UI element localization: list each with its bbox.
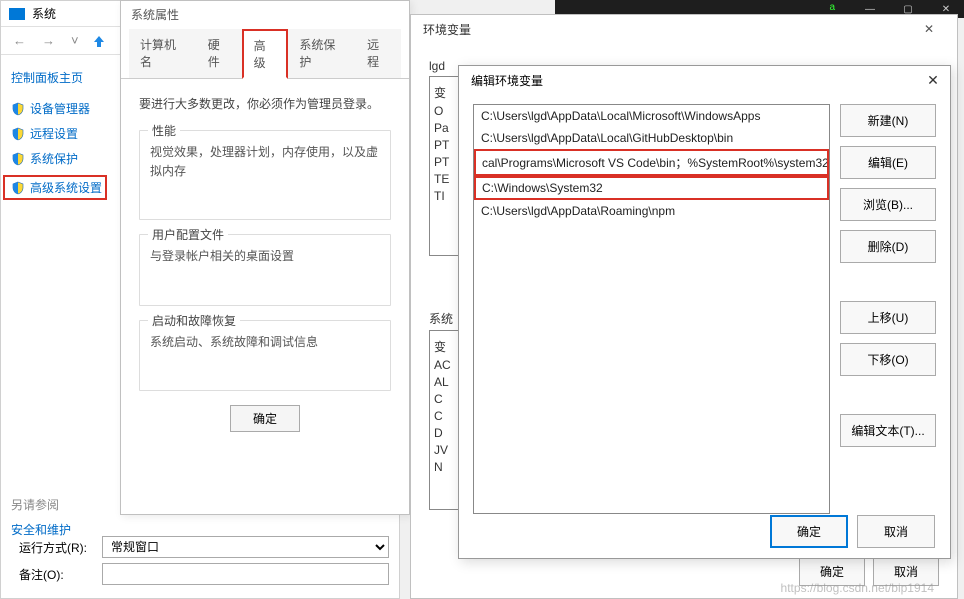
back-arrow-icon[interactable]: ← [9,31,30,50]
var-row[interactable]: Pa [434,121,460,135]
edit-env-window: 编辑环境变量 ✕ C:\Users\lgd\AppData\Local\Micr… [458,65,951,559]
var-row[interactable]: AC [434,358,460,372]
see-also-label: 另请参阅 [11,496,71,513]
edit-button[interactable]: 编辑(E) [840,146,936,179]
edit-path-list[interactable]: C:\Users\lgd\AppData\Local\Microsoft\Win… [473,104,830,514]
sidebar-item-device-manager[interactable]: 设备管理器 [11,100,107,117]
edit-close-icon[interactable]: ✕ [924,71,942,89]
delete-button[interactable]: 删除(D) [840,230,936,263]
sp-ok-button[interactable]: 确定 [230,405,300,432]
device-manager-label: 设备管理器 [30,100,90,117]
tab-protection[interactable]: 系统保护 [288,29,356,78]
var-row[interactable]: PT [434,138,460,152]
group-title-perf: 性能 [148,122,180,139]
ev-close-icon[interactable]: ✕ [907,15,951,43]
ev-title: 环境变量 [423,21,471,38]
sidebar-item-protection[interactable]: 系统保护 [11,150,107,167]
var-row[interactable]: 变 [434,84,460,101]
watermark: https://blog.csdn.net/bip1914 [781,581,934,595]
path-entry[interactable]: C:\Windows\System32 [474,176,829,200]
browse-button[interactable]: 浏览(B)... [840,188,936,221]
group-title-profile: 用户配置文件 [148,226,228,243]
var-row[interactable]: JV [434,443,460,457]
edit-text-button[interactable]: 编辑文本(T)... [840,414,936,447]
var-row[interactable]: C [434,392,460,406]
edit-cancel-button[interactable]: 取消 [857,515,935,548]
sp-group-startup: 启动和故障恢复 系统启动、系统故障和调试信息 [139,320,391,391]
group-desc-profile: 与登录帐户相关的桌面设置 [150,247,380,266]
sp-tabs: 计算机名 硬件 高级 系统保护 远程 [121,27,409,79]
shield-icon [11,181,25,195]
edit-ok-button[interactable]: 确定 [770,515,848,548]
tab-hardware[interactable]: 硬件 [197,29,242,78]
sidebar-item-advanced[interactable]: 高级系统设置 [3,175,107,200]
tab-computer-name[interactable]: 计算机名 [129,29,197,78]
shield-icon [11,127,25,141]
var-row[interactable]: TI [434,189,460,203]
sp-admin-note: 要进行大多数更改，你必须作为管理员登录。 [139,95,391,112]
run-mode-select[interactable]: 常规窗口 [102,536,389,558]
sp-title: 系统属性 [121,1,409,27]
sp-group-performance: 性能 视觉效果，处理器计划，内存使用，以及虚拟内存 [139,130,391,220]
system-properties-window: 系统属性 计算机名 硬件 高级 系统保护 远程 要进行大多数更改，你必须作为管理… [120,0,410,515]
shield-icon [11,102,25,116]
path-entry[interactable]: C:\Users\lgd\AppData\Local\GitHubDesktop… [474,127,829,149]
group-desc-startup: 系统启动、系统故障和调试信息 [150,333,380,352]
system-icon [9,8,25,20]
var-row[interactable]: AL [434,375,460,389]
remote-settings-label: 远程设置 [30,125,78,142]
comment-label: 备注(O): [19,566,94,583]
down-button[interactable]: 下移(O) [840,343,936,376]
var-row[interactable]: N [434,460,460,474]
cp-home-link[interactable]: 控制面板主页 [11,69,107,86]
console-cursor: a [829,2,835,13]
path-entry[interactable]: C:\Users\lgd\AppData\Roaming\npm [474,200,829,222]
up-arrow-icon[interactable] [91,34,107,48]
forward-arrow-icon[interactable]: → [38,31,59,50]
var-row[interactable]: 变 [434,338,460,355]
cp-sidebar: 控制面板主页 设备管理器 远程设置 系统保护 高级系统设置 [1,55,117,222]
var-row[interactable]: D [434,426,460,440]
edit-title: 编辑环境变量 [471,72,543,89]
var-row[interactable]: TE [434,172,460,186]
shield-icon [11,152,25,166]
tab-remote[interactable]: 远程 [356,29,401,78]
var-row[interactable]: O [434,104,460,118]
comment-input[interactable] [102,563,389,585]
path-entry[interactable]: cal\Programs\Microsoft VS Code\bin；%Syst… [474,149,829,176]
dropdown-chevron-icon[interactable]: ˅ [67,31,83,50]
path-entry[interactable]: C:\Users\lgd\AppData\Local\Microsoft\Win… [474,105,829,127]
cp-title: 系统 [32,5,56,22]
new-button[interactable]: 新建(N) [840,104,936,137]
system-protection-label: 系统保护 [30,150,78,167]
up-button[interactable]: 上移(U) [840,301,936,334]
group-desc-perf: 视觉效果，处理器计划，内存使用，以及虚拟内存 [150,143,380,181]
sidebar-item-remote[interactable]: 远程设置 [11,125,107,142]
var-row[interactable]: C [434,409,460,423]
sp-group-userprofile: 用户配置文件 与登录帐户相关的桌面设置 [139,234,391,305]
group-title-startup: 启动和故障恢复 [148,312,240,329]
var-row[interactable]: PT [434,155,460,169]
run-mode-label: 运行方式(R): [19,539,94,556]
advanced-settings-label: 高级系统设置 [30,179,102,196]
tab-advanced[interactable]: 高级 [242,29,289,79]
